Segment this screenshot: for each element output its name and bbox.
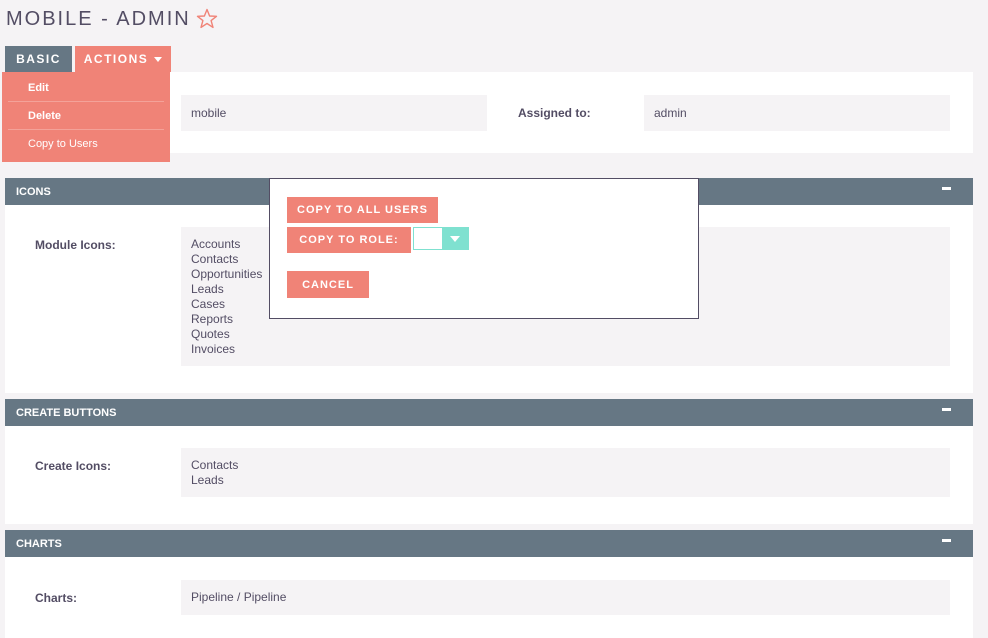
role-select[interactable] — [413, 227, 469, 250]
create-buttons-panel-header[interactable]: CREATE BUTTONS — [5, 399, 973, 426]
assigned-to-label: Assigned to: — [518, 106, 591, 120]
chevron-down-icon — [450, 235, 460, 242]
page-title-text: MOBILE - ADMIN — [6, 7, 191, 30]
module-icons-label: Module Icons: — [35, 238, 116, 252]
charts-panel-header[interactable]: CHARTS — [5, 530, 973, 557]
menu-item-copy-to-users[interactable]: Copy to Users — [8, 130, 164, 158]
create-buttons-panel-title: CREATE BUTTONS — [16, 406, 117, 419]
name-value: mobile — [181, 95, 487, 131]
star-icon[interactable] — [195, 7, 219, 31]
actions-menu: Edit Delete Copy to Users — [2, 72, 170, 162]
copy-to-all-users-button[interactable]: COPY TO ALL USERS — [287, 197, 438, 223]
collapse-icon[interactable] — [942, 408, 951, 411]
list-item: Contacts — [191, 458, 239, 472]
create-icons-label: Create Icons: — [35, 459, 112, 473]
select-arrow[interactable] — [442, 228, 468, 249]
collapse-icon[interactable] — [942, 187, 951, 190]
assigned-to-value: admin — [644, 95, 950, 131]
collapse-icon[interactable] — [942, 539, 951, 542]
tab-basic-label: BASIC — [16, 52, 61, 66]
name-value-text: mobile — [191, 105, 227, 120]
charts-value: Pipeline / Pipeline — [181, 580, 950, 615]
page-title: MOBILE - ADMIN — [6, 7, 219, 31]
copy-dialog: COPY TO ALL USERS COPY TO ROLE: CANCEL — [269, 178, 699, 319]
tab-basic[interactable]: BASIC — [5, 46, 72, 72]
cancel-button[interactable]: CANCEL — [287, 271, 369, 298]
create-icons-value: Contacts Leads — [181, 448, 950, 497]
menu-item-delete[interactable]: Delete — [8, 102, 164, 130]
charts-label: Charts: — [35, 591, 78, 605]
chevron-down-icon — [154, 56, 163, 62]
menu-item-edit[interactable]: Edit — [8, 74, 164, 102]
list-item: Leads — [191, 473, 224, 487]
icons-panel-title: ICONS — [16, 185, 51, 198]
list-item: Invoices — [191, 342, 236, 356]
charts-value-text: Pipeline / Pipeline — [191, 590, 287, 604]
assigned-to-value-text: admin — [654, 105, 687, 120]
list-item: Quotes — [191, 327, 230, 341]
charts-panel-title: CHARTS — [16, 537, 62, 550]
tab-actions-label: ACTIONS — [83, 52, 149, 66]
copy-to-role-button[interactable]: COPY TO ROLE: — [287, 227, 411, 253]
tab-actions[interactable]: ACTIONS — [75, 46, 171, 72]
